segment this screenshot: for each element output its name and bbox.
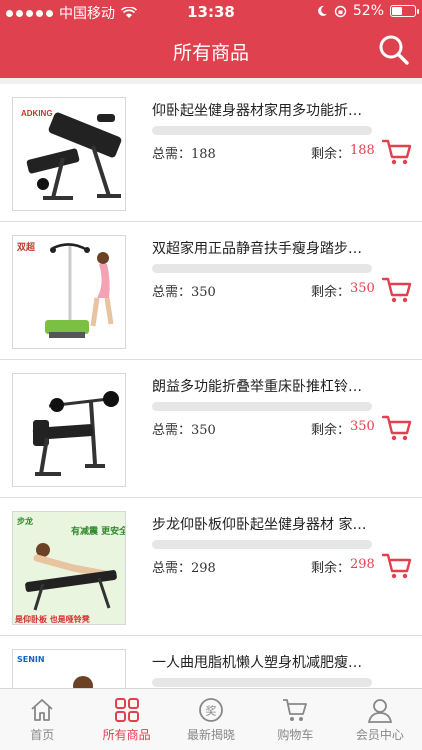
tab-label: 最新揭晓 [187,728,236,742]
home-icon [31,699,53,721]
grid-icon [114,698,139,722]
battery-area: 52% [316,3,419,19]
status-bar: 中国移动 13:38 52% [0,0,422,24]
moon-icon [317,5,327,16]
award-icon: 奖 [199,698,223,722]
product-item[interactable]: ADKING 仰卧起坐健身器材家用多功能折叠... 总需：188 剩余： 188 [0,84,422,222]
progress-bar [152,678,372,687]
product-title[interactable]: 仰卧起坐健身器材家用多功能折叠... [152,100,370,120]
total-value: 188 [191,147,216,162]
add-to-cart-icon[interactable] [382,276,412,304]
product-title[interactable]: 双超家用正品静音扶手瘦身踏步机... [152,238,370,258]
total-label: 总需： [152,561,192,576]
product-title[interactable]: 一人曲甩脂机懒人塑身机减肥瘦身... [152,652,370,672]
total-needed: 总需：350 [152,281,216,300]
product-item[interactable]: 步龙 有减震 更安全 是仰卧板 也是哑铃凳 步龙仰卧板仰卧起坐健身器材 家用..… [0,498,422,636]
total-label: 总需： [152,285,192,300]
tab-home[interactable]: 首页 [0,689,84,750]
svg-text:奖: 奖 [206,704,217,718]
brand-logo: ADKING [21,109,53,118]
remain-label: 剩余： [311,561,351,576]
tab-label: 所有商品 [102,728,151,742]
product-image[interactable]: ADKING [12,97,126,211]
progress-bar [152,264,372,273]
remain-label: 剩余： [311,147,351,162]
cart-icon [283,699,308,721]
progress-bar [152,126,372,135]
total-value: 350 [191,285,216,300]
tab-label: 首页 [30,728,55,742]
brand-logo: 双超 [17,241,36,253]
product-item[interactable]: 朗益多功能折叠举重床卧推杠铃床... 总需：350 剩余： 350 [0,360,422,498]
add-to-cart-icon[interactable] [382,138,412,166]
brand-logo: SENIN [17,655,45,664]
product-title[interactable]: 朗益多功能折叠举重床卧推杠铃床... [152,376,370,396]
user-icon [367,699,392,723]
total-needed: 总需：188 [152,143,216,162]
total-needed: 总需：298 [152,557,216,576]
total-value: 298 [191,561,216,576]
product-image[interactable]: 双超 [12,235,126,349]
remain-value: 350 [350,419,375,434]
add-to-cart-icon[interactable] [382,414,412,442]
total-label: 总需： [152,423,192,438]
battery-percent: 52% [352,3,384,19]
battery-icon [390,5,419,17]
promo-bottom: 是仰卧板 也是哑铃凳 [14,614,91,624]
search-icon[interactable] [378,34,410,66]
product-image[interactable]: 步龙 有减震 更安全 是仰卧板 也是哑铃凳 [12,511,126,625]
tab-bar: 首页 所有商品 奖 最新揭晓 购物车 会员中心 [0,688,422,750]
product-item[interactable]: 双超 双超家用正品静音扶手瘦身踏步机... 总需：350 剩余： 350 [0,222,422,360]
tab-latest-results[interactable]: 奖 最新揭晓 [169,689,253,750]
rotation-lock-icon [334,5,347,17]
product-list: ADKING 仰卧起坐健身器材家用多功能折叠... 总需：188 剩余： 188 [0,84,422,750]
remain-value: 350 [350,281,375,296]
total-needed: 总需：350 [152,419,216,438]
remain-value: 298 [350,557,375,572]
add-to-cart-icon[interactable] [382,552,412,580]
app-header: 中国移动 13:38 52% 所有商品 [0,0,422,78]
remain-value: 188 [350,143,375,158]
product-title[interactable]: 步龙仰卧板仰卧起坐健身器材 家用... [152,514,370,534]
remain-label: 剩余： [311,423,351,438]
page-title: 所有商品 [172,42,249,64]
progress-bar [152,540,372,549]
total-label: 总需： [152,147,192,162]
product-image[interactable] [12,373,126,487]
brand-logo: 步龙 [17,516,33,526]
tab-cart[interactable]: 购物车 [253,689,337,750]
remain-label: 剩余： [311,285,351,300]
promo-top: 有减震 更安全 [71,525,126,537]
tab-all-products[interactable]: 所有商品 [84,689,168,750]
tab-label: 购物车 [277,728,314,742]
tab-member-center[interactable]: 会员中心 [338,689,422,750]
tab-label: 会员中心 [355,728,404,742]
progress-bar [152,402,372,411]
total-value: 350 [191,423,216,438]
